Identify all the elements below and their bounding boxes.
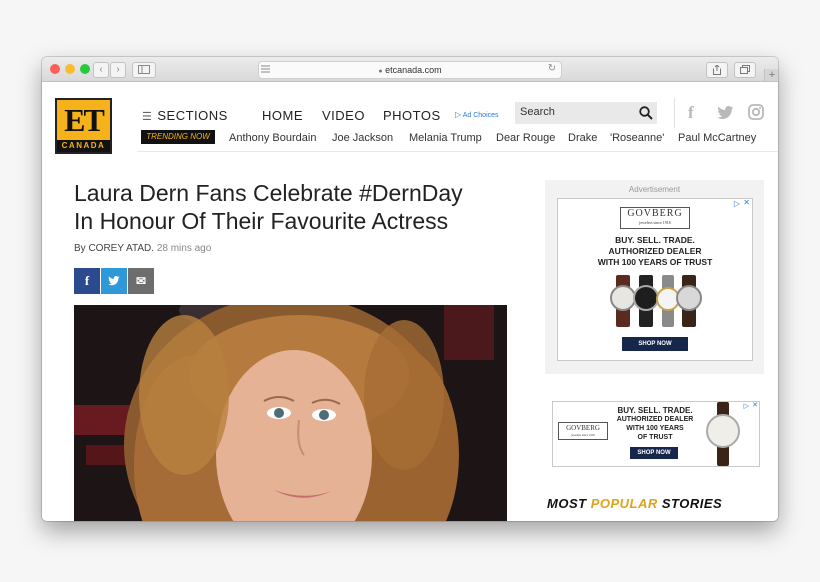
- govberg-logo: GOVBERG jewelers since 1916: [620, 207, 690, 229]
- byline: By COREY ATAD. 28 mins ago: [74, 243, 211, 254]
- share-facebook-button[interactable]: f: [74, 268, 100, 294]
- watch-image: [706, 414, 740, 448]
- lock-icon: ●: [378, 68, 383, 75]
- share-email-button[interactable]: ✉: [128, 268, 154, 294]
- ad-line: WITH 100 YEARS: [626, 425, 684, 432]
- instagram-icon[interactable]: [748, 104, 764, 120]
- nav-video[interactable]: VIDEO: [322, 108, 365, 123]
- reload-icon: ↻: [547, 63, 557, 74]
- trending-link[interactable]: Anthony Bourdain: [229, 132, 316, 144]
- govberg-ad[interactable]: ▷ ✕ GOVBERG jewelers since 1916 BUY. SEL…: [557, 198, 753, 361]
- new-tab-button[interactable]: +: [764, 69, 778, 81]
- nav-home[interactable]: HOME: [262, 108, 303, 123]
- back-button[interactable]: ‹: [93, 62, 109, 78]
- ad-choices-icon[interactable]: ▷: [744, 402, 749, 410]
- trending-link[interactable]: Dear Rouge: [496, 132, 555, 144]
- facebook-icon: f: [84, 273, 90, 288]
- logo-subtext: CANADA: [57, 140, 110, 152]
- govberg-brand: GOVBERG: [566, 424, 600, 432]
- ad-line: OF TRUST: [637, 434, 673, 441]
- ad-close-icon[interactable]: ✕: [743, 198, 750, 207]
- twitter-icon[interactable]: [717, 106, 734, 120]
- article-title: Laura Dern Fans Celebrate #DernDay In Ho…: [74, 179, 514, 235]
- zoom-window-button[interactable]: [80, 64, 90, 74]
- trending-now-badge: TRENDING NOW: [141, 130, 215, 144]
- chevron-right-icon: ›: [116, 64, 120, 75]
- sections-label: SECTIONS: [157, 108, 228, 123]
- ad-line: BUY. SELL. TRADE.: [617, 406, 693, 415]
- shop-now-button[interactable]: SHOP NOW: [630, 447, 678, 459]
- ad-line: WITH 100 YEARS OF TRUST: [597, 257, 713, 267]
- show-tabs-button[interactable]: [734, 62, 756, 78]
- header-rule: [137, 151, 778, 152]
- trending-link[interactable]: Drake: [568, 132, 597, 144]
- search-input[interactable]: Search: [515, 102, 657, 124]
- trending-link[interactable]: Melania Trump: [409, 132, 482, 144]
- search-placeholder: Search: [520, 106, 555, 118]
- govberg-brand-sub: jewelers since 1916: [639, 220, 671, 225]
- govberg-brand-sub: jewelers since 1916: [571, 433, 595, 437]
- ad-line: BUY. SELL. TRADE.: [615, 235, 695, 245]
- trending-link[interactable]: Joe Jackson: [332, 132, 393, 144]
- ad-close-icon[interactable]: ✕: [752, 401, 758, 409]
- share-button[interactable]: [706, 62, 728, 78]
- tabs-icon: [740, 65, 750, 74]
- heading-word-accent: POPULAR: [590, 496, 658, 511]
- trending-link[interactable]: Paul McCartney: [678, 132, 756, 144]
- hamburger-icon: ☰: [142, 111, 153, 123]
- ad-choices-icon[interactable]: ▷: [734, 199, 740, 208]
- ad-choices-icon: ▷: [455, 110, 462, 119]
- browser-toolbar: ‹ › ● etcanada.com ↻ +: [42, 57, 778, 82]
- author-link[interactable]: COREY ATAD.: [88, 243, 154, 254]
- ad-choices-label: Ad Choices: [462, 112, 499, 119]
- heading-word: MOST: [547, 496, 587, 511]
- article-title-line: Laura Dern Fans Celebrate #DernDay: [74, 180, 463, 206]
- advertisement-label: Advertisement: [628, 185, 681, 194]
- nav-photos[interactable]: PHOTOS: [383, 108, 441, 123]
- ad-copy: BUY. SELL. TRADE. AUTHORIZED DEALER WITH…: [558, 235, 752, 268]
- sidebar-toggle-button[interactable]: [132, 62, 156, 78]
- share-twitter-button[interactable]: [101, 268, 127, 294]
- laura-dern-photo: [74, 305, 507, 521]
- heading-word: STORIES: [661, 496, 723, 511]
- banner-ad-copy: BUY. SELL. TRADE. AUTHORIZED DEALER WITH…: [608, 406, 702, 442]
- sidebar-icon: [138, 65, 150, 74]
- shop-now-button[interactable]: SHOP NOW: [622, 337, 688, 351]
- publish-time: 28 mins ago: [156, 243, 212, 254]
- address-bar[interactable]: ● etcanada.com: [258, 61, 562, 79]
- logo-text: ET: [64, 102, 105, 138]
- et-canada-logo[interactable]: ET CANADA: [55, 98, 112, 154]
- minimize-window-button[interactable]: [65, 64, 75, 74]
- trending-link[interactable]: 'Roseanne': [610, 132, 664, 144]
- govberg-logo: GOVBERG jewelers since 1916: [558, 422, 608, 440]
- close-window-button[interactable]: [50, 64, 60, 74]
- url-text: etcanada.com: [385, 65, 442, 75]
- ad-line: AUTHORIZED DEALER: [616, 416, 694, 423]
- advertisement-box: Advertisement ▷ ✕ GOVBERG jewelers since…: [545, 180, 764, 374]
- govberg-brand: GOVBERG: [627, 208, 683, 219]
- reload-button[interactable]: ↻: [545, 62, 559, 76]
- reader-icon: [260, 65, 270, 73]
- ad-choices-link[interactable]: ▷ Ad Choices: [455, 110, 499, 119]
- email-icon: ✉: [135, 274, 147, 288]
- web-page: ET CANADA ☰ SECTIONS HOME VIDEO PHOTOS ▷ …: [42, 82, 778, 521]
- search-icon[interactable]: [639, 106, 653, 120]
- byline-prefix: By: [74, 243, 86, 254]
- forward-button[interactable]: ›: [110, 62, 126, 78]
- sections-menu[interactable]: ☰ SECTIONS: [142, 108, 228, 123]
- ad-line: AUTHORIZED DEALER: [608, 246, 702, 256]
- govberg-banner-ad[interactable]: GOVBERG jewelers since 1916 BUY. SELL. T…: [552, 401, 760, 467]
- most-popular-heading: MOST POPULAR STORIES: [547, 496, 722, 511]
- reader-view-button[interactable]: [258, 62, 272, 76]
- twitter-icon: [108, 276, 120, 286]
- browser-window: ‹ › ● etcanada.com ↻ + ET CANADA ☰ SECTIO…: [42, 57, 778, 521]
- facebook-icon[interactable]: f: [688, 103, 694, 123]
- article-title-line: In Honour Of Their Favourite Actress: [74, 208, 449, 234]
- chevron-left-icon: ‹: [99, 64, 103, 75]
- share-icon: [713, 64, 721, 75]
- header-divider: [674, 98, 675, 128]
- article-hero-image[interactable]: [74, 305, 507, 521]
